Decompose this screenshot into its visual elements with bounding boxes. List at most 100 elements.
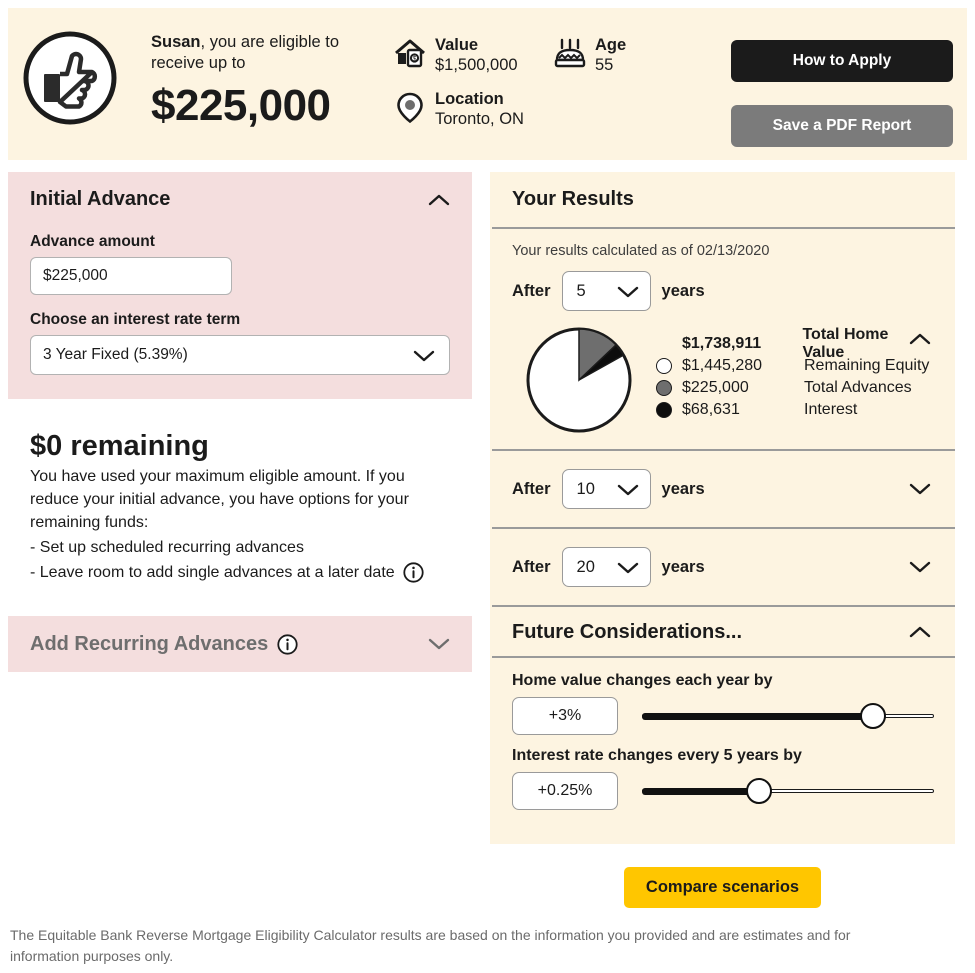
legend-amount-remaining-equity: $1,445,280 (682, 357, 763, 374)
years-select-10-value: 10 (576, 479, 595, 498)
after-years-row: After 10 years (512, 469, 933, 509)
fact-location: Location Toronto, ON (393, 90, 524, 129)
results-row-10-years: After 10 years (490, 451, 955, 527)
years-select-5[interactable]: 5 (561, 271, 651, 311)
legend-swatch-black (656, 402, 672, 418)
years-select-20[interactable]: 20 (561, 547, 651, 587)
after-years-row: After 5 years (512, 271, 933, 311)
legend-total-amount: $1,738,911 (682, 335, 762, 352)
add-recurring-advances-header: Add Recurring Advances (30, 633, 298, 656)
initial-advance-header[interactable]: Initial Advance (8, 172, 472, 211)
home-value-icon: $ (393, 36, 427, 70)
compare-scenarios-button[interactable]: Compare scenarios (623, 867, 822, 908)
years-select-10[interactable]: 10 (561, 469, 651, 509)
home-value-pie-chart (524, 325, 634, 435)
future-considerations-header[interactable]: Future Considerations... (490, 607, 955, 656)
remaining-bullet-2: - Leave room to add single advances at a… (30, 564, 395, 581)
after-label: After (512, 281, 551, 300)
legend-row-total-advances: $225,000 Total Advances (656, 377, 933, 399)
after-years-row: After 20 years (512, 547, 933, 587)
info-icon[interactable] (403, 562, 424, 583)
interest-rate-pct-input[interactable] (512, 772, 618, 810)
remaining-bullet-1: - Set up scheduled recurring advances (30, 539, 304, 556)
fact-value-age: 55 (595, 56, 614, 74)
svg-text:$: $ (413, 56, 417, 63)
legend-row-interest: $68,631 Interest (656, 399, 933, 421)
remaining-amount-title: $0 remaining (30, 430, 209, 462)
legend-swatch-none (656, 336, 672, 352)
add-recurring-advances-title: Add Recurring Advances (30, 632, 269, 655)
left-column: Initial Advance Advance amount Choose an… (8, 172, 472, 672)
eligible-amount: $225,000 (151, 81, 331, 130)
home-value-pct-input[interactable] (512, 697, 618, 735)
remaining-paragraph: You have used your maximum eligible amou… (30, 468, 409, 531)
collapse-toggle-10-years[interactable] (909, 482, 931, 496)
save-pdf-report-button[interactable]: Save a PDF Report (731, 105, 953, 147)
remaining-bullet-2-row: - Leave room to add single advances at a… (30, 561, 450, 584)
slider-thumb[interactable] (860, 703, 887, 729)
collapse-toggle-future[interactable] (909, 625, 931, 639)
chevron-down-icon[interactable] (428, 637, 450, 651)
fact-label-age: Age (595, 36, 627, 54)
years-select-5-value: 5 (576, 281, 586, 300)
after-label: After (512, 479, 551, 498)
legend-amount-total-advances: $225,000 (682, 379, 749, 396)
years-label: years (661, 281, 705, 300)
interest-rate-term-select[interactable]: 3 Year Fixed (5.39%) (30, 335, 450, 375)
advance-amount-label: Advance amount (30, 233, 155, 250)
future-considerations-title: Future Considerations... (512, 621, 743, 643)
results-row-5-years: Your results calculated as of 02/13/2020… (490, 229, 955, 449)
info-icon[interactable] (277, 633, 298, 655)
after-label: After (512, 557, 551, 576)
legend-swatch-gray (656, 380, 672, 396)
chevron-down-icon[interactable] (617, 483, 639, 497)
interest-rate-slider[interactable] (642, 778, 934, 804)
chevron-down-icon[interactable] (617, 561, 639, 575)
how-to-apply-button[interactable]: How to Apply (731, 40, 953, 82)
user-name: Susan (151, 33, 201, 51)
calculated-date: Your results calculated as of 02/13/2020 (512, 243, 770, 259)
your-results-header: Your Results (490, 172, 955, 227)
interest-rate-slider-row (512, 772, 934, 810)
home-value-slider-row (512, 697, 934, 735)
thumbs-up-icon (22, 30, 118, 126)
fact-age: Age 55 (553, 36, 626, 75)
years-label: years (661, 557, 705, 576)
chevron-up-icon[interactable] (428, 193, 450, 207)
eligibility-message: Susan, you are eligible to receive up to… (151, 32, 391, 132)
eligibility-header: Susan, you are eligible to receive up to… (8, 8, 967, 160)
legend-label-interest: Interest (804, 401, 858, 418)
advance-amount-input[interactable] (30, 257, 232, 295)
pie-legend: $1,738,911 Total Home Value $1,445,280 R… (656, 326, 933, 421)
slider-fill (642, 713, 874, 720)
legend-amount-interest: $68,631 (682, 401, 740, 418)
fact-value-value: $1,500,000 (435, 56, 518, 74)
calculator-page: Susan, you are eligible to receive up to… (0, 0, 975, 973)
interest-rate-change-label: Interest rate changes every 5 years by (512, 747, 802, 764)
collapse-toggle-20-years[interactable] (909, 560, 931, 574)
legend-swatch-white (656, 358, 672, 374)
legend-label-total-advances: Total Advances (804, 379, 912, 396)
fact-label-location: Location (435, 90, 504, 108)
chevron-down-icon[interactable] (413, 349, 435, 363)
years-select-20-value: 20 (576, 557, 595, 576)
initial-advance-title: Initial Advance (30, 188, 171, 210)
collapse-toggle-5-years[interactable] (909, 332, 931, 346)
legend-row-remaining-equity: $1,445,280 Remaining Equity (656, 355, 933, 377)
years-label: years (661, 479, 705, 498)
add-recurring-advances-panel[interactable]: Add Recurring Advances (8, 616, 472, 672)
home-value-change-label: Home value changes each year by (512, 672, 773, 689)
your-results-panel: Your Results Your results calculated as … (490, 172, 955, 844)
rate-term-label: Choose an interest rate term (30, 311, 241, 328)
remaining-funds-block: $0 remaining You have used your maximum … (30, 429, 450, 584)
birthday-cake-icon (553, 36, 587, 70)
home-value-slider[interactable] (642, 703, 934, 729)
fact-home-value: $ Value $1,500,000 (393, 36, 518, 75)
chevron-down-icon[interactable] (617, 285, 639, 299)
slider-fill (642, 788, 759, 795)
fact-label-value: Value (435, 36, 479, 54)
initial-advance-panel: Initial Advance Advance amount Choose an… (8, 172, 472, 399)
slider-thumb[interactable] (745, 778, 772, 804)
legend-row-total: $1,738,911 Total Home Value (656, 326, 933, 361)
compare-scenarios-wrap: Compare scenarios (490, 867, 955, 908)
